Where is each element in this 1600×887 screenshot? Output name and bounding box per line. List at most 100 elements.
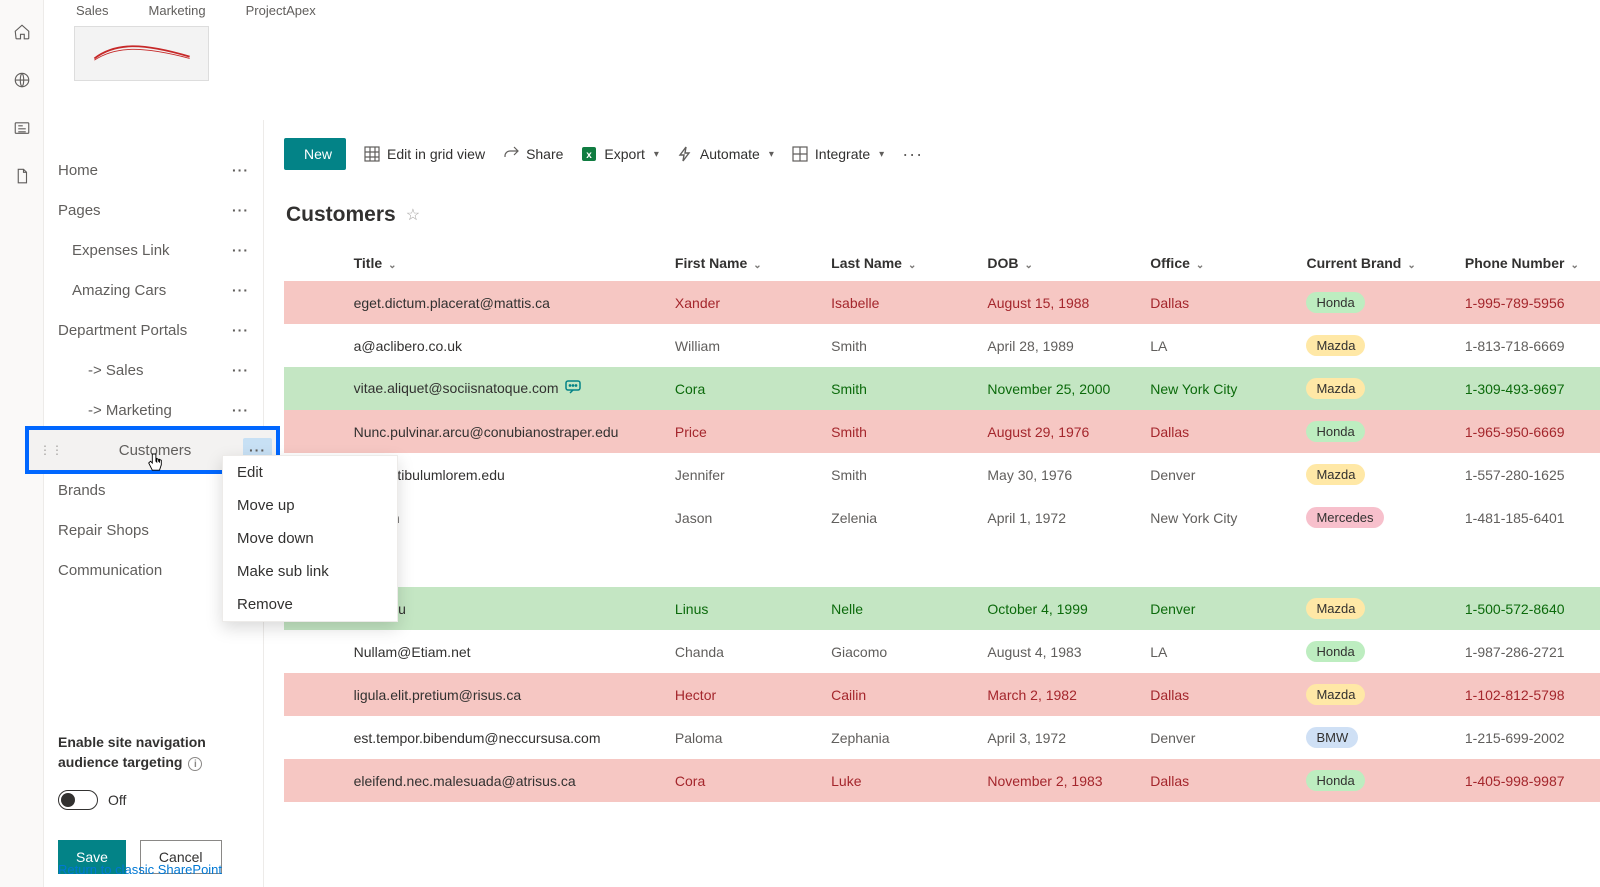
chevron-down-icon[interactable]: ⌄ [753,260,761,271]
table-row[interactable]: on.comJasonZeleniaApril 1, 1972New York … [284,496,1600,539]
row-selector[interactable] [284,324,346,367]
nav-item-more[interactable]: ··· [232,362,249,378]
menu-item-move-down[interactable]: Move down [223,522,397,555]
chevron-down-icon[interactable]: ⌄ [1025,260,1033,271]
table-row[interactable]: eleifend.nec.malesuada@atrisus.caCoraLuk… [284,759,1600,802]
integrate-button[interactable]: Integrate ▾ [792,146,884,162]
cell-title[interactable]: vitae.aliquet@sociisnatoque.com [346,367,667,410]
nav-item-pages[interactable]: Pages··· [44,190,263,230]
automate-button[interactable]: Automate ▾ [677,146,774,162]
table-row[interactable] [284,539,1600,587]
comment-icon[interactable] [565,380,581,397]
column-label: Last Name [831,255,902,271]
chevron-down-icon[interactable]: ⌄ [388,260,396,271]
cell-dob: April 1, 1972 [979,496,1142,539]
site-header: Sales Marketing ProjectApex [44,0,1600,120]
select-all-column[interactable] [284,245,346,281]
column-header[interactable]: Title⌄ [346,245,667,281]
column-header[interactable]: Current Brand⌄ [1298,245,1456,281]
column-header[interactable]: First Name⌄ [667,245,823,281]
menu-item-edit[interactable]: Edit [223,456,397,489]
cell-office: LA [1142,630,1298,673]
nav-item-department-portals[interactable]: Department Portals··· [44,310,263,350]
row-selector[interactable] [284,759,346,802]
site-logo[interactable] [74,26,209,81]
news-icon[interactable] [8,114,36,142]
info-icon[interactable]: i [188,757,202,771]
row-selector[interactable] [284,630,346,673]
column-header[interactable]: DOB⌄ [979,245,1142,281]
audience-toggle[interactable] [58,790,98,810]
cell-office: New York City [1142,496,1298,539]
table-row[interactable]: e@vestibulumlorem.eduJenniferSmithMay 30… [284,453,1600,496]
new-button[interactable]: New [284,138,346,170]
chevron-down-icon[interactable]: ⌄ [1196,260,1204,271]
chevron-down-icon[interactable]: ⌄ [908,260,916,271]
return-classic-link[interactable]: Return to classic SharePoint [58,862,222,877]
hub-tab[interactable]: ProjectApex [246,3,316,18]
table-row[interactable]: ligula.elit.pretium@risus.caHectorCailin… [284,673,1600,716]
cell-title[interactable]: Nullam@Etiam.net [346,630,667,673]
brand-chip: Mazda [1306,335,1365,356]
cell-title[interactable]: eleifend.nec.malesuada@atrisus.ca [346,759,667,802]
chevron-down-icon[interactable]: ⌄ [1570,260,1578,271]
share-button[interactable]: Share [503,146,563,162]
column-header[interactable]: Office⌄ [1142,245,1298,281]
favorite-star-icon[interactable]: ☆ [406,205,420,225]
cell-office: Dallas [1142,673,1298,716]
nav-item--sales[interactable]: -> Sales··· [44,350,263,390]
hub-tab[interactable]: Marketing [149,3,206,18]
nav-item-expenses-link[interactable]: Expenses Link··· [44,230,263,270]
audience-targeting-block: Enable site navigation audience targetin… [58,732,253,874]
nav-item-home[interactable]: Home··· [44,150,263,190]
row-selector[interactable] [284,410,346,453]
row-selector[interactable] [284,716,346,759]
integrate-label: Integrate [815,146,870,162]
menu-item-move-up[interactable]: Move up [223,489,397,522]
cell-last: Luke [823,759,979,802]
row-selector[interactable] [284,281,346,324]
cell-title[interactable]: eget.dictum.placerat@mattis.ca [346,281,667,324]
toolbar-overflow[interactable]: ··· [902,144,923,165]
brand-chip: Honda [1306,292,1364,313]
cell-first: Jason [667,496,823,539]
table-row[interactable]: vitae.aliquet@sociisnatoque.comCoraSmith… [284,367,1600,410]
table-row[interactable]: est.tempor.bibendum@neccursusa.comPaloma… [284,716,1600,759]
drag-handle-icon[interactable]: ⋮⋮ [39,443,63,457]
hub-tab[interactable]: Sales [76,3,109,18]
nav-item--marketing[interactable]: -> Marketing··· [44,390,263,430]
menu-item-remove[interactable]: Remove [223,588,397,621]
cell-office: Dallas [1142,759,1298,802]
table-row[interactable]: Nullam@Etiam.netChandaGiacomoAugust 4, 1… [284,630,1600,673]
nav-item-more[interactable]: ··· [232,402,249,418]
nav-item-more[interactable]: ··· [232,322,249,338]
file-icon[interactable] [8,162,36,190]
nav-item-more[interactable]: ··· [232,242,249,258]
row-selector[interactable] [284,367,346,410]
cell-title[interactable]: a@aclibero.co.uk [346,324,667,367]
menu-item-make-sub-link[interactable]: Make sub link [223,555,397,588]
brand-chip: Mazda [1306,598,1365,619]
table-row[interactable]: Nunc.pulvinar.arcu@conubianostraper.eduP… [284,410,1600,453]
brand-chip: Honda [1306,641,1364,662]
home-icon[interactable] [8,18,36,46]
table-row[interactable]: a@aclibero.co.ukWilliamSmithApril 28, 19… [284,324,1600,367]
column-header[interactable]: Last Name ⌄ [823,245,979,281]
nav-item-label: Customers [119,442,192,459]
cell-title[interactable]: Nunc.pulvinar.arcu@conubianostraper.edu [346,410,667,453]
nav-item-more[interactable]: ··· [232,162,249,178]
export-button[interactable]: x Export ▾ [581,146,659,162]
nav-item-more[interactable]: ··· [232,202,249,218]
nav-item-label: Repair Shops [58,522,149,539]
cell-title[interactable]: est.tempor.bibendum@neccursusa.com [346,716,667,759]
globe-icon[interactable] [8,66,36,94]
chevron-down-icon[interactable]: ⌄ [1407,260,1415,271]
edit-grid-button[interactable]: Edit in grid view [364,146,485,162]
cell-title[interactable]: ligula.elit.pretium@risus.ca [346,673,667,716]
table-row[interactable]: @in.eduLinusNelleOctober 4, 1999DenverMa… [284,587,1600,630]
row-selector[interactable] [284,673,346,716]
nav-item-more[interactable]: ··· [232,282,249,298]
column-header[interactable]: Phone Number⌄ [1457,245,1600,281]
table-row[interactable]: eget.dictum.placerat@mattis.caXanderIsab… [284,281,1600,324]
nav-item-amazing-cars[interactable]: Amazing Cars··· [44,270,263,310]
